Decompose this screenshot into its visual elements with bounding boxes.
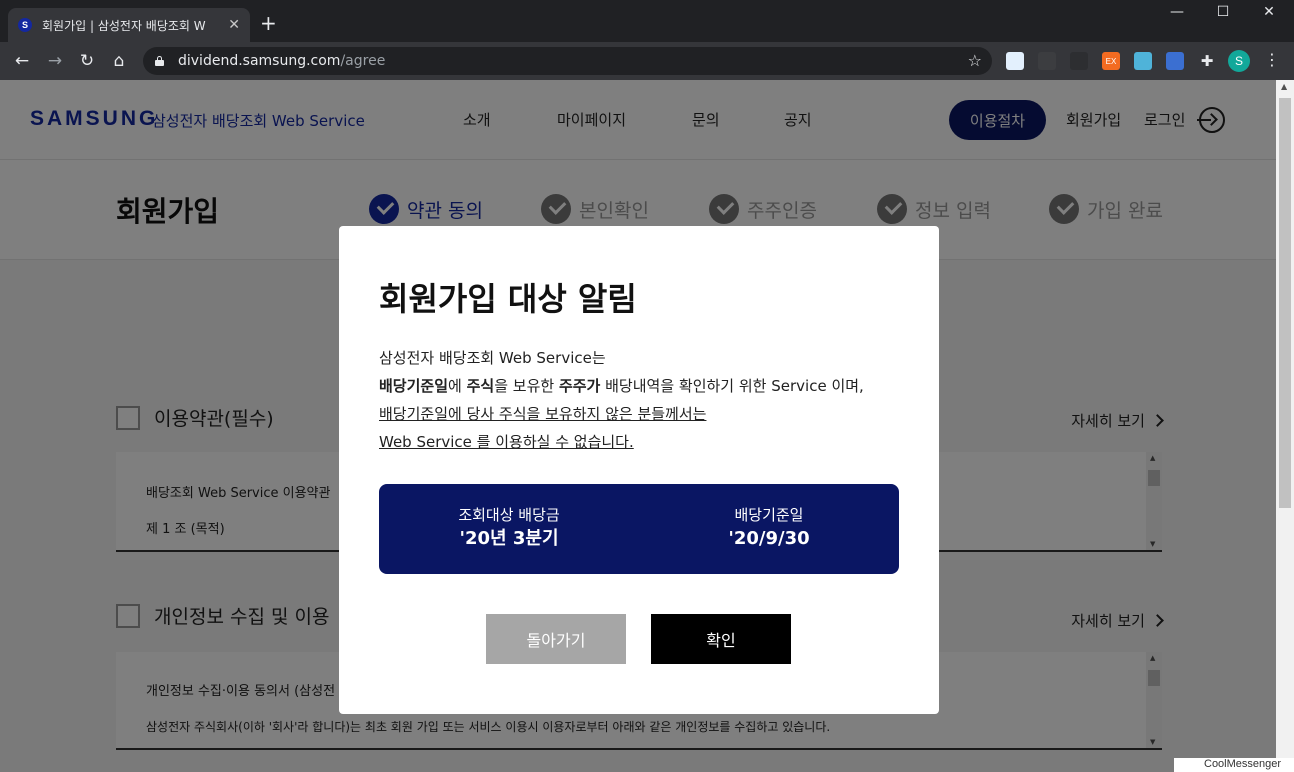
dividend-target: 조회대상 배당금 '20년 3분기 <box>379 504 639 552</box>
profile-avatar[interactable]: S <box>1228 50 1250 72</box>
maximize-icon[interactable]: ☐ <box>1200 4 1246 20</box>
url-path: /agree <box>340 53 386 69</box>
browser-tab[interactable]: S 회원가입 | 삼성전자 배당조회 W ✕ <box>8 8 250 42</box>
page-scrollbar[interactable]: ▲ <box>1276 80 1294 772</box>
contact-extension-icon[interactable] <box>1134 52 1152 70</box>
window-close-icon[interactable]: ✕ <box>1246 4 1292 20</box>
record-date-label: 배당기준일 <box>734 506 804 524</box>
window-extension-icon[interactable] <box>1166 52 1184 70</box>
ex-extension-icon[interactable]: EX <box>1102 52 1120 70</box>
record-date: 배당기준일 '20/9/30 <box>639 504 899 552</box>
modal-message: 삼성전자 배당조회 Web Service는 배당기준일에 주식을 보유한 주주… <box>379 344 864 456</box>
puzzle-extensions-icon[interactable]: ✚ <box>1198 52 1216 70</box>
signup-eligibility-modal: 회원가입 대상 알림 삼성전자 배당조회 Web Service는 배당기준일에… <box>339 226 939 714</box>
message-line-4: Web Service 를 이용하실 수 없습니다. <box>379 433 634 451</box>
back-button[interactable]: 돌아가기 <box>486 614 626 664</box>
url-host: dividend.samsung.com <box>178 53 341 69</box>
modal-title: 회원가입 대상 알림 <box>379 280 637 318</box>
browser-toolbar: ← → ↻ ⌂ dividend.samsung.com/agree ☆ EX … <box>0 42 1294 80</box>
dividend-target-label: 조회대상 배당금 <box>458 506 560 524</box>
samsung-favicon-icon: S <box>18 18 32 32</box>
back-arrow-icon[interactable]: ← <box>11 50 33 72</box>
browser-tabbar: S 회원가입 | 삼성전자 배당조회 W ✕ + — ☐ ✕ <box>0 0 1294 42</box>
extension-icon[interactable] <box>1038 52 1056 70</box>
dividend-target-value: '20년 3분기 <box>459 528 559 549</box>
message-line-1: 삼성전자 배당조회 Web Service는 <box>379 349 606 367</box>
scroll-thumb[interactable] <box>1279 98 1291 508</box>
message-line-3: 배당기준일에 당사 주식을 보유하지 않은 분들께서는 <box>379 405 707 423</box>
minimize-icon[interactable]: — <box>1154 4 1200 20</box>
lock-icon[interactable] <box>155 56 164 66</box>
page-viewport: SAMSUNG 삼성전자 배당조회 Web Service 소개 마이페이지 문… <box>0 80 1276 772</box>
cloud-extension-icon[interactable] <box>1006 52 1024 70</box>
home-icon[interactable]: ⌂ <box>108 50 130 72</box>
browser-menu-icon[interactable]: ⋮ <box>1264 50 1280 69</box>
forward-arrow-icon[interactable]: → <box>44 50 66 72</box>
new-tab-icon[interactable]: + <box>260 12 277 34</box>
bookmark-star-icon[interactable]: ☆ <box>968 51 982 70</box>
address-bar[interactable]: dividend.samsung.com/agree ☆ <box>143 47 992 75</box>
message-line-2: 배당기준일에 주식을 보유한 주주가 배당내역을 확인하기 위한 Service… <box>379 377 864 395</box>
coolmessenger-notice[interactable]: CoolMessenger <box>1174 758 1294 772</box>
dividend-info-box: 조회대상 배당금 '20년 3분기 배당기준일 '20/9/30 <box>379 484 899 574</box>
confirm-button[interactable]: 확인 <box>651 614 791 664</box>
reload-icon[interactable]: ↻ <box>76 50 98 72</box>
scroll-up-icon[interactable]: ▲ <box>1281 82 1287 91</box>
tab-title: 회원가입 | 삼성전자 배당조회 W <box>42 18 206 33</box>
extension-disabled-icon[interactable] <box>1070 52 1088 70</box>
tab-close-icon[interactable]: ✕ <box>228 17 240 33</box>
record-date-value: '20/9/30 <box>728 528 810 549</box>
